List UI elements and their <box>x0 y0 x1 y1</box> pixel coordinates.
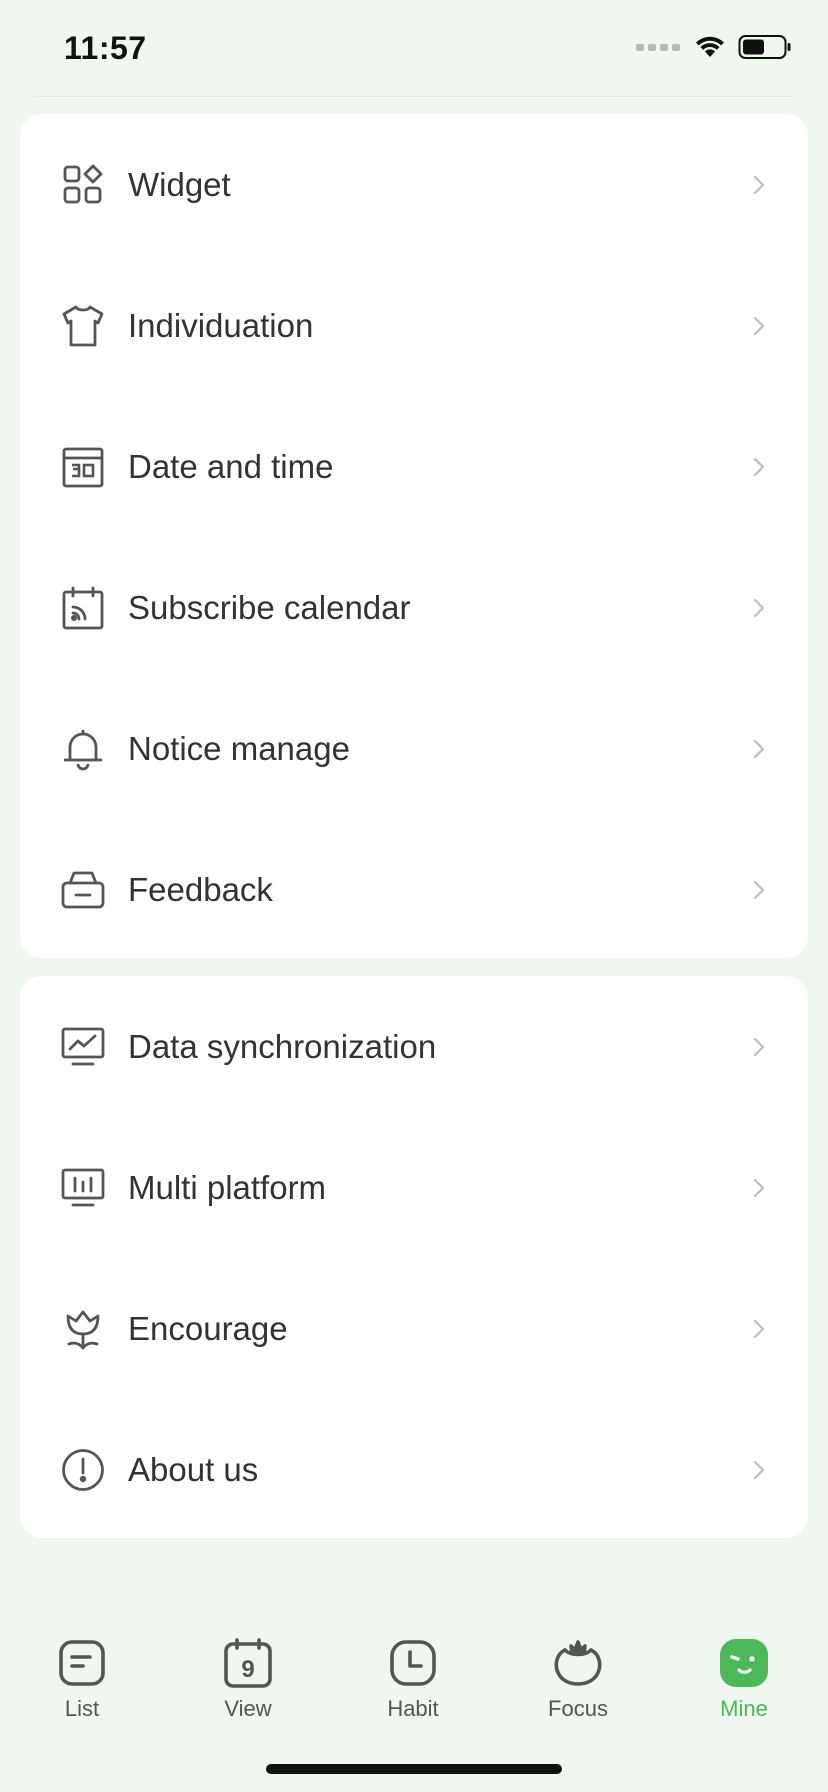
list-icon <box>55 1636 109 1690</box>
tab-label: Focus <box>548 1696 608 1721</box>
tab-habit[interactable]: Habit <box>353 1620 473 1730</box>
view-tab-date: 9 <box>241 1656 254 1683</box>
status-icons <box>636 34 792 60</box>
settings-group-1: Widget Individuation Date and time Subsc… <box>20 114 808 958</box>
settings-row-label: Data synchronization <box>128 1027 437 1065</box>
tab-bar: List 9 View Habit Focus Mine <box>0 1620 828 1730</box>
settings-row-label: Subscribe calendar <box>128 588 411 626</box>
chevron-right-icon <box>750 1317 768 1341</box>
info-circle-icon <box>60 1447 106 1493</box>
settings-row-date-and-time[interactable]: Date and time <box>20 396 808 537</box>
settings-row-subscribe-calendar[interactable]: Subscribe calendar <box>20 537 808 678</box>
home-indicator <box>266 1764 562 1774</box>
settings-row-multi-platform[interactable]: Multi platform <box>20 1117 808 1258</box>
chevron-right-icon <box>750 1458 768 1482</box>
chevron-right-icon <box>750 173 768 197</box>
chart-monitor-icon <box>60 1024 106 1070</box>
calendar-feed-icon <box>60 585 106 631</box>
settings-row-feedback[interactable]: Feedback <box>20 819 808 960</box>
chevron-right-icon <box>750 878 768 902</box>
settings-row-label: Widget <box>128 165 231 203</box>
feedback-briefcase-icon <box>60 867 106 913</box>
tab-label: Habit <box>387 1696 439 1721</box>
settings-screen: 11:57 Widget Individuation Date and time… <box>0 0 828 1792</box>
bars-monitor-icon <box>60 1165 106 1211</box>
mine-face-icon <box>717 1636 771 1690</box>
settings-row-notice-manage[interactable]: Notice manage <box>20 678 808 819</box>
tab-list[interactable]: List <box>22 1620 142 1730</box>
bell-icon <box>60 726 106 772</box>
chevron-right-icon <box>750 1035 768 1059</box>
settings-row-widget[interactable]: Widget <box>20 114 808 255</box>
settings-group-2: Data synchronization Multi platform Enco… <box>20 976 808 1538</box>
settings-row-label: Multi platform <box>128 1168 327 1206</box>
settings-row-about-us[interactable]: About us <box>20 1399 808 1540</box>
settings-row-label: Individuation <box>128 306 314 344</box>
tulip-icon <box>60 1306 106 1352</box>
shirt-icon <box>60 303 106 349</box>
settings-row-label: Feedback <box>128 870 273 908</box>
tab-label: Mine <box>720 1696 768 1721</box>
chevron-right-icon <box>750 1176 768 1200</box>
status-bar: 11:57 <box>0 0 828 96</box>
tomato-icon <box>551 1636 605 1690</box>
cellular-signal-icon <box>636 43 680 51</box>
calendar-9-icon: 9 <box>221 1636 275 1690</box>
settings-row-label: Notice manage <box>128 729 350 767</box>
tab-view[interactable]: 9 View <box>188 1620 308 1730</box>
settings-row-individuation[interactable]: Individuation <box>20 255 808 396</box>
widget-icon <box>60 162 106 208</box>
status-time: 11:57 <box>64 30 147 66</box>
battery-icon <box>738 35 791 59</box>
settings-row-encourage[interactable]: Encourage <box>20 1258 808 1399</box>
tab-mine[interactable]: Mine <box>684 1620 804 1730</box>
tab-focus[interactable]: Focus <box>518 1620 638 1730</box>
settings-row-data-synchronization[interactable]: Data synchronization <box>20 976 808 1117</box>
tab-label: View <box>224 1696 272 1721</box>
chevron-right-icon <box>750 737 768 761</box>
clock-icon <box>386 1636 440 1690</box>
wifi-icon <box>696 36 724 57</box>
chevron-right-icon <box>750 314 768 338</box>
calendar-30-icon <box>60 444 106 490</box>
settings-row-label: About us <box>128 1450 259 1488</box>
divider <box>34 96 794 97</box>
settings-row-label: Date and time <box>128 447 334 485</box>
settings-row-label: Encourage <box>128 1309 288 1347</box>
chevron-right-icon <box>750 596 768 620</box>
tab-label: List <box>64 1696 100 1721</box>
chevron-right-icon <box>750 455 768 479</box>
